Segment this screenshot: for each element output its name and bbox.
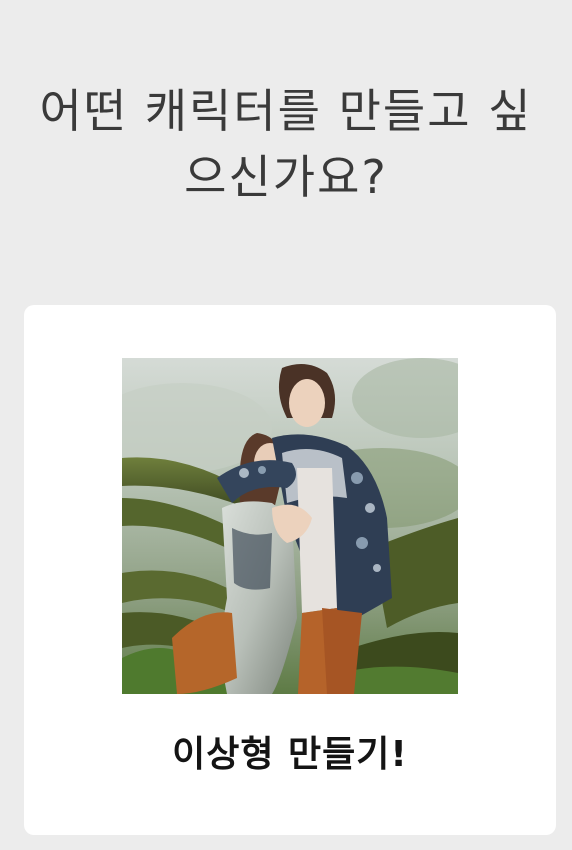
character-select-screen: 어떤 캐릭터를 만들고 싶으신가요? 이상형 만들기! <box>0 0 572 850</box>
character-photo <box>122 358 458 694</box>
character-card-ideal-type[interactable]: 이상형 만들기! <box>24 305 556 835</box>
card-label: 이상형 만들기! <box>172 734 408 775</box>
page-title: 어떤 캐릭터를 만들고 싶으신가요? <box>39 84 533 204</box>
